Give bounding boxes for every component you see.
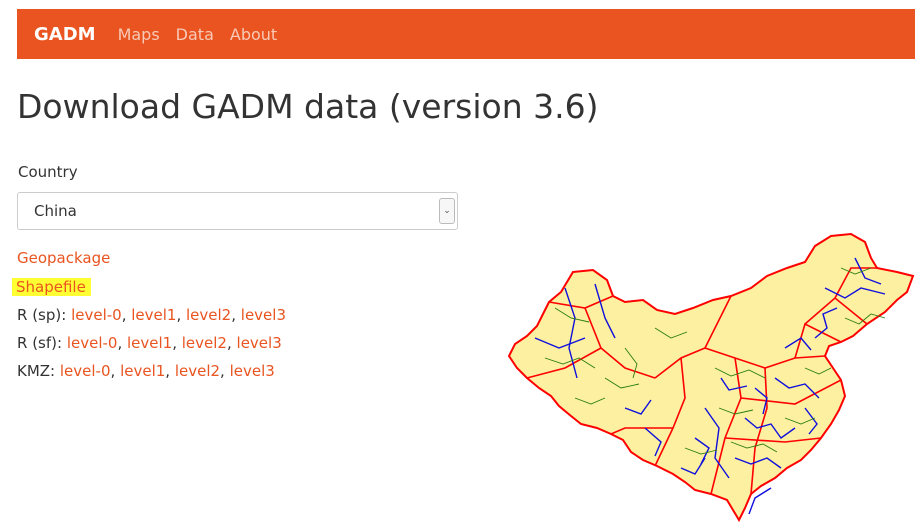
nav-link-data[interactable]: Data <box>176 25 214 44</box>
country-map <box>507 232 915 523</box>
nav-link-about[interactable]: About <box>230 25 277 44</box>
kmz-level2-link[interactable]: level2 <box>175 362 220 380</box>
kmz-level1-link[interactable]: level1 <box>120 362 165 380</box>
kmz-level0-link[interactable]: level-0 <box>60 362 111 380</box>
r-sp-level2-link[interactable]: level2 <box>186 306 231 324</box>
geopackage-row: Geopackage <box>17 249 110 267</box>
r-sf-level2-link[interactable]: level2 <box>182 334 227 352</box>
r-sp-level3-link[interactable]: level3 <box>241 306 286 324</box>
nav-link-maps[interactable]: Maps <box>118 25 160 44</box>
shapefile-row: Shapefile <box>12 278 91 296</box>
r-sp-label: R (sp): <box>17 306 67 324</box>
geopackage-link[interactable]: Geopackage <box>17 249 110 267</box>
kmz-level3-link[interactable]: level3 <box>230 362 275 380</box>
r-sp-level1-link[interactable]: level1 <box>131 306 176 324</box>
r-sf-label: R (sf): <box>17 334 63 352</box>
r-sp-level0-link[interactable]: level-0 <box>71 306 122 324</box>
chevron-down-icon[interactable]: ⌄ <box>439 198 455 224</box>
r-sf-level1-link[interactable]: level1 <box>127 334 172 352</box>
country-label: Country <box>18 163 78 181</box>
shapefile-link[interactable]: Shapefile <box>12 278 91 296</box>
r-sf-level0-link[interactable]: level-0 <box>67 334 118 352</box>
kmz-label: KMZ: <box>17 362 56 380</box>
r-sf-level3-link[interactable]: level3 <box>237 334 282 352</box>
page-title: Download GADM data (version 3.6) <box>17 87 599 126</box>
country-select[interactable]: China ⌄ <box>17 192 458 230</box>
country-select-value: China <box>34 202 77 220</box>
navbar: GADM Maps Data About <box>17 9 915 59</box>
r-sf-row: R (sf): level-0, level1, level2, level3 <box>17 334 282 352</box>
kmz-row: KMZ: level-0, level1, level2, level3 <box>17 362 275 380</box>
r-sp-row: R (sp): level-0, level1, level2, level3 <box>17 306 286 324</box>
brand-link[interactable]: GADM <box>34 24 96 45</box>
country-outline <box>507 232 915 523</box>
